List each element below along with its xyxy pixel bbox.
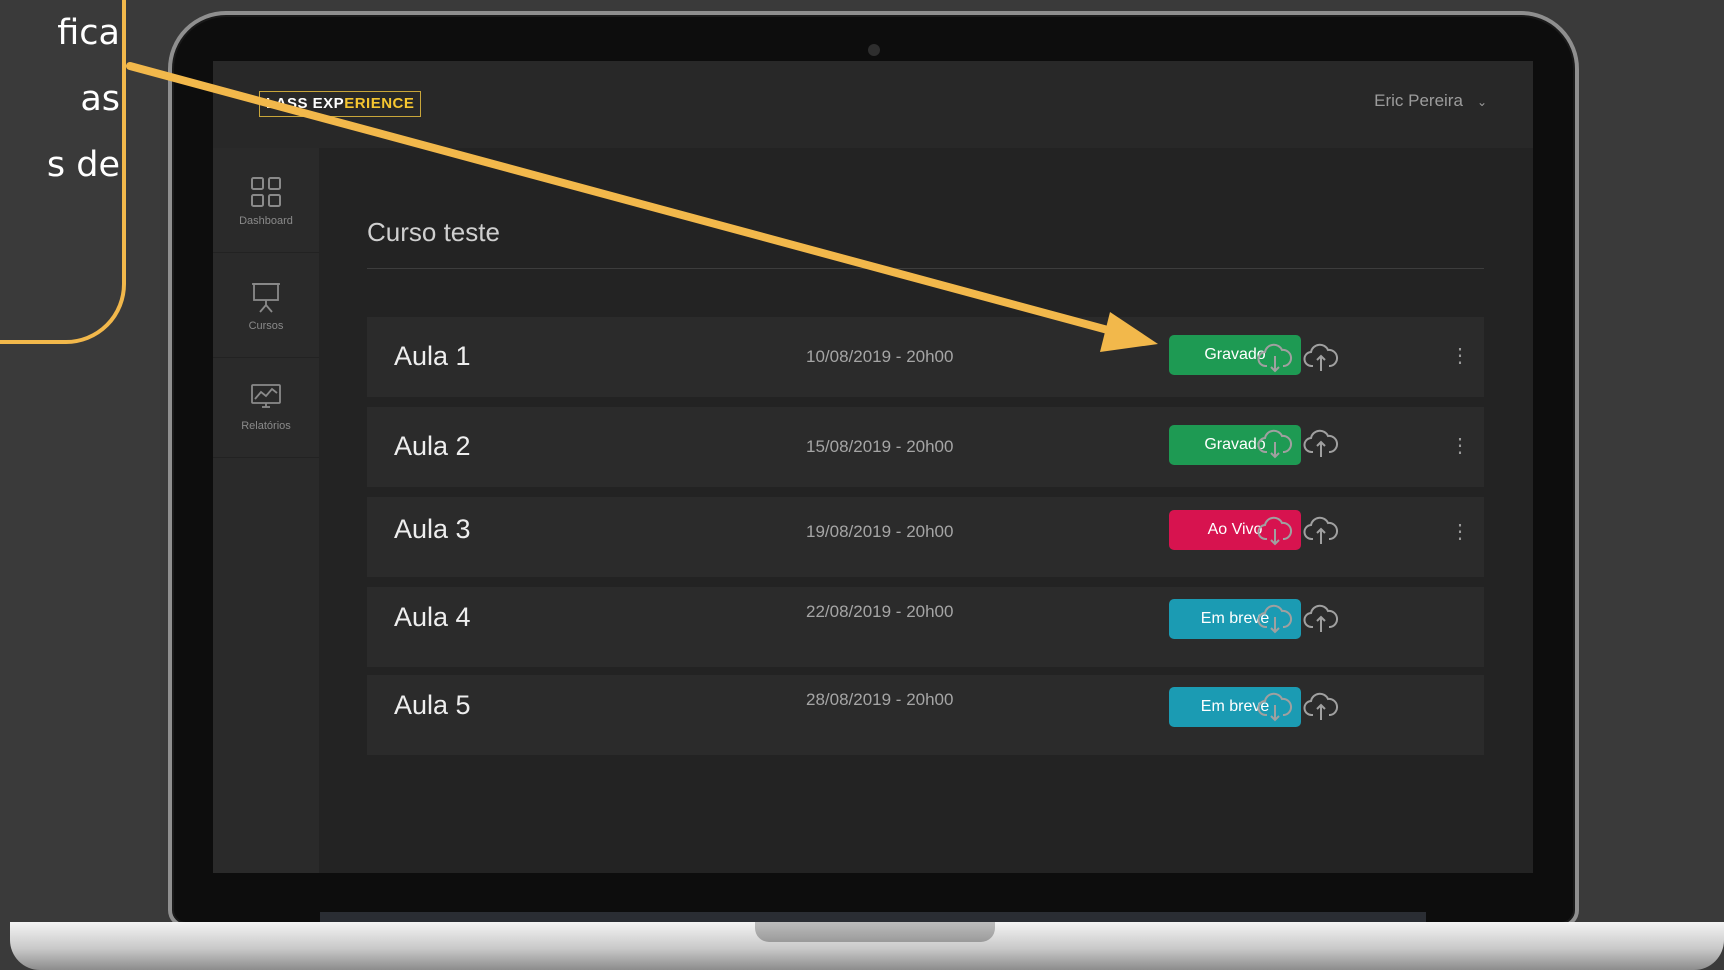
more-options-icon[interactable]: ⋮	[1450, 431, 1470, 461]
cloud-download-icon[interactable]	[1257, 600, 1293, 636]
lesson-name: Aula 1	[394, 341, 471, 371]
lesson-row: Aula 5 28/08/2019 - 20h00 Em breve	[367, 675, 1484, 755]
chart-monitor-icon	[251, 384, 281, 408]
presentation-board-icon	[252, 283, 280, 313]
lesson-name: Aula 3	[394, 514, 471, 544]
annotation-text: fica as s de	[0, 0, 120, 198]
cloud-download-icon[interactable]	[1257, 425, 1293, 461]
lesson-row: Aula 2 15/08/2019 - 20h00 Gravado ⋮	[367, 407, 1484, 487]
annotation-line: fica	[57, 13, 120, 53]
lesson-date: 15/08/2019 - 20h00	[806, 437, 954, 456]
cloud-download-icon[interactable]	[1257, 512, 1293, 548]
logo-text-accent: ERIENCE	[344, 95, 415, 112]
sidebar-item-label: Relatórios	[241, 420, 291, 432]
sidebar: Dashboard Cursos Relatórios	[213, 148, 319, 873]
sidebar-item-dashboard[interactable]: Dashboard	[213, 148, 319, 253]
sidebar-item-label: Dashboard	[239, 215, 293, 227]
lesson-name: Aula 2	[394, 431, 471, 461]
lesson-row: Aula 4 22/08/2019 - 20h00 Em breve	[367, 587, 1484, 667]
lesson-date: 10/08/2019 - 20h00	[806, 347, 954, 366]
lesson-date: 19/08/2019 - 20h00	[806, 522, 954, 541]
laptop-base-notch	[755, 922, 995, 942]
title-divider	[367, 268, 1484, 269]
page-title: Curso teste	[367, 217, 500, 247]
lesson-date: 28/08/2019 - 20h00	[806, 690, 954, 709]
lesson-name: Aula 5	[394, 690, 471, 720]
cloud-download-icon[interactable]	[1257, 339, 1293, 375]
cloud-upload-icon[interactable]	[1303, 512, 1339, 548]
cloud-upload-icon[interactable]	[1303, 339, 1339, 375]
lesson-name: Aula 4	[394, 602, 471, 632]
laptop-camera	[868, 44, 880, 56]
app-screen: LASS EXPERIENCE Eric Pereira ⌄ Dashboard …	[213, 61, 1533, 873]
user-name: Eric Pereira	[1374, 91, 1463, 110]
annotation-line: as	[80, 79, 120, 119]
lesson-date: 22/08/2019 - 20h00	[806, 602, 954, 621]
top-bar: LASS EXPERIENCE Eric Pereira ⌄	[213, 61, 1533, 148]
more-options-icon[interactable]: ⋮	[1450, 517, 1470, 547]
cloud-upload-icon[interactable]	[1303, 600, 1339, 636]
lesson-row: Aula 1 10/08/2019 - 20h00 Gravado ⋮	[367, 317, 1484, 397]
laptop-bezel-bottom	[320, 912, 1426, 922]
sidebar-item-label: Cursos	[248, 320, 284, 332]
more-options-icon[interactable]: ⋮	[1450, 341, 1470, 371]
user-menu[interactable]: Eric Pereira ⌄	[1374, 91, 1487, 111]
sidebar-item-relatorios[interactable]: Relatórios	[213, 353, 319, 458]
chevron-down-icon: ⌄	[1476, 95, 1487, 109]
grid-icon	[251, 177, 281, 207]
cloud-download-icon[interactable]	[1257, 688, 1293, 724]
cloud-upload-icon[interactable]	[1303, 425, 1339, 461]
sidebar-item-cursos[interactable]: Cursos	[213, 253, 319, 358]
cloud-upload-icon[interactable]	[1303, 688, 1339, 724]
app-logo[interactable]: LASS EXPERIENCE	[259, 91, 422, 117]
annotation-line: s de	[46, 145, 120, 185]
logo-text: LASS EXP	[266, 95, 345, 112]
lesson-row: Aula 3 19/08/2019 - 20h00 Ao Vivo ⋮	[367, 497, 1484, 577]
